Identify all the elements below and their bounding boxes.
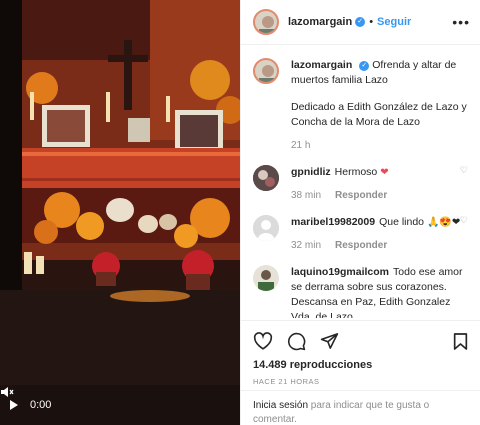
share-icon[interactable] xyxy=(320,332,339,350)
post-actions: 14.489 reproducciones HACE 21 HORAS xyxy=(241,320,480,386)
comment-emoji: 🙏😍❤ xyxy=(426,217,461,228)
comment-icon[interactable] xyxy=(287,332,306,351)
comments-list: lazomargain ✓ Ofrenda y altar de muertos … xyxy=(241,46,480,318)
video-controls: 0:00 xyxy=(0,385,240,425)
comment-time[interactable]: 38 min xyxy=(291,190,321,201)
avatar[interactable] xyxy=(253,215,279,241)
view-count[interactable]: 14.489 reproducciones xyxy=(253,359,468,371)
like-comment-icon[interactable]: ♡ xyxy=(460,215,468,226)
like-icon[interactable] xyxy=(253,332,273,350)
follow-button[interactable]: Seguir xyxy=(377,16,411,28)
caption: lazomargain ✓ Ofrenda y altar de muertos … xyxy=(253,58,468,153)
avatar[interactable] xyxy=(253,265,279,291)
username[interactable]: lazomargain xyxy=(288,16,352,28)
caption-time[interactable]: 21 h xyxy=(291,138,468,153)
video-frame xyxy=(0,0,240,425)
play-icon[interactable] xyxy=(10,400,18,410)
separator: • xyxy=(369,16,374,28)
comment-username[interactable]: gpnidliz xyxy=(291,166,331,178)
comment-item: gpnidliz Hermoso ❤ 38 min Responder ♡ xyxy=(253,165,468,203)
post-sidebar: lazomargain ✓ • Seguir ••• lazomargain ✓ … xyxy=(240,0,480,425)
comment-item: maribel19982009 Que lindo 🙏😍❤ 32 min Respo… xyxy=(253,215,468,253)
caption-username[interactable]: lazomargain xyxy=(291,59,352,71)
comment-username[interactable]: laquino19gmailcom xyxy=(291,266,389,278)
more-options-icon[interactable]: ••• xyxy=(452,14,470,30)
verified-icon: ✓ xyxy=(359,61,370,71)
video-time: 0:00 xyxy=(30,399,52,411)
reply-button[interactable]: Responder xyxy=(335,190,387,201)
video-player[interactable]: 0:00 xyxy=(0,0,240,425)
post-header: lazomargain ✓ • Seguir ••• xyxy=(241,0,480,45)
verified-icon: ✓ xyxy=(355,17,366,27)
avatar[interactable] xyxy=(253,58,279,84)
comment-time[interactable]: 32 min xyxy=(291,240,321,251)
caption-dedication: Dedicado a Edith González de Lazo y Conc… xyxy=(291,101,467,128)
comment-username[interactable]: maribel19982009 xyxy=(291,216,375,228)
mute-icon[interactable] xyxy=(0,385,14,399)
comment-item: laquino19gmailcom Todo ese amor se derram… xyxy=(253,265,468,318)
avatar[interactable] xyxy=(253,9,279,35)
avatar[interactable] xyxy=(253,165,279,191)
comment-emoji: ❤ xyxy=(380,167,389,178)
reply-button[interactable]: Responder xyxy=(335,240,387,251)
like-comment-icon[interactable]: ♡ xyxy=(460,165,468,176)
bookmark-icon[interactable] xyxy=(453,332,468,351)
login-prompt: Inicia sesión para indicar que te gusta … xyxy=(241,390,480,425)
comment-text: Hermoso xyxy=(334,166,378,178)
comment-text: Que lindo xyxy=(379,216,425,228)
post-age[interactable]: HACE 21 HORAS xyxy=(253,377,468,386)
login-link[interactable]: Inicia sesión xyxy=(253,400,308,411)
